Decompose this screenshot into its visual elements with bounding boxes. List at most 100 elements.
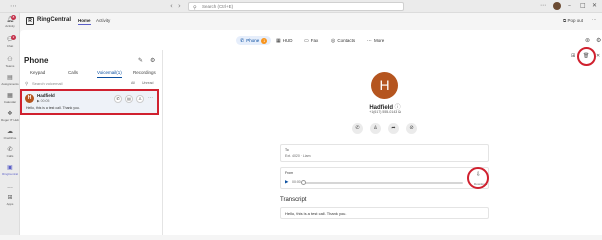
playback-slider[interactable] xyxy=(301,180,463,185)
calendar-icon: ▦ xyxy=(7,92,13,99)
rail-label: Apps xyxy=(6,202,14,206)
avatar: H xyxy=(25,94,34,103)
search-placeholder: Search voicemail xyxy=(32,81,63,86)
contact-avatar: H xyxy=(371,72,398,99)
rail-label: Calendar xyxy=(3,100,17,104)
chat-badge: 2 xyxy=(11,35,16,40)
block-button[interactable]: ⊘ xyxy=(406,123,417,134)
panel-title: Phone xyxy=(24,56,49,65)
forward-button[interactable]: ➦ xyxy=(388,123,399,134)
call-button[interactable]: ✆ xyxy=(352,123,363,134)
app-name: RingCentral xyxy=(37,17,72,23)
tab-activity[interactable]: Activity xyxy=(96,18,110,23)
settings-icon[interactable]: ⚙ xyxy=(596,37,601,44)
voicemail-search-input[interactable]: ⚲ Search voicemail xyxy=(24,80,124,88)
filter-all[interactable]: All xyxy=(131,81,135,85)
attachment-icon[interactable]: ⊞ xyxy=(571,53,575,59)
tab-contacts[interactable]: ◎ Contacts xyxy=(331,36,355,45)
hub-icon: ❖ xyxy=(7,110,13,117)
subtab-voicemail[interactable]: Voicemail(1) xyxy=(97,70,122,78)
rail-label: OneDrive xyxy=(3,136,17,140)
app-header: R RingCentral Home Activity ⧉ Pop out ⋯ xyxy=(20,13,602,30)
playback-thumb[interactable] xyxy=(301,180,306,185)
pop-out-button[interactable]: ⧉ Pop out xyxy=(563,18,583,23)
subtab-calls[interactable]: Calls xyxy=(68,70,78,75)
settings-icon[interactable]: ⚙ xyxy=(150,57,155,64)
rail-item-onedrive[interactable]: ☁ OneDrive xyxy=(0,128,20,140)
pop-out-label: Pop out xyxy=(567,18,583,23)
to-value: Ext. 4020 · Liam xyxy=(285,154,311,158)
rail-item-activity[interactable]: 🔔︎ 8 Activity xyxy=(0,15,20,28)
tab-more[interactable]: ⋯ More xyxy=(367,36,384,45)
back-arrow-icon[interactable]: ‹ xyxy=(170,2,173,10)
minimize-icon[interactable]: – xyxy=(568,2,571,9)
edit-icon[interactable]: ✎ xyxy=(138,57,143,64)
filter-unread[interactable]: Unread xyxy=(142,81,153,85)
tab-fax-label: Fax xyxy=(310,38,319,43)
add-contact-button[interactable]: ♙ xyxy=(370,123,381,134)
voicemail-preview: Hello, this is a test call. Thank you. xyxy=(26,106,80,110)
search-input[interactable]: ⚲ Search (Ctrl+E) xyxy=(188,2,404,11)
contact-button[interactable]: ♙ xyxy=(136,95,144,103)
search-icon: ⚲ xyxy=(193,5,197,11)
rail-item-chat[interactable]: 💬︎ 2 Chat xyxy=(0,35,20,48)
voicemail-duration: ▶ 00:05 xyxy=(37,99,50,103)
tab-phone[interactable]: ✆ Phone 1 xyxy=(236,36,272,45)
from-card: From ▶ 00:00 ⇩ Download xyxy=(280,167,489,189)
forward-arrow-icon[interactable]: › xyxy=(178,2,181,10)
rail-item-teams[interactable]: ⚇ Teams xyxy=(0,56,20,68)
rail-item-calendar[interactable]: ▦ Calendar xyxy=(0,92,20,104)
subtab-recordings[interactable]: Recordings xyxy=(133,70,156,75)
more-icon: ... xyxy=(7,183,13,190)
phone-panel: Phone ✎ ⚙ Keypad Calls Voicemail(1) Reco… xyxy=(20,50,163,235)
tab-home[interactable]: Home xyxy=(78,18,91,25)
more-options-icon[interactable]: ⋯ xyxy=(10,2,17,10)
user-avatar[interactable] xyxy=(553,2,561,10)
phone-icon: ✆ xyxy=(7,146,13,153)
message-button[interactable]: ▤ xyxy=(125,95,133,103)
contact-number: +1(617) 555-0143 ⧉ xyxy=(340,110,430,114)
rail-item-assignments[interactable]: ▤ Assignments xyxy=(0,74,20,86)
rail-item-more[interactable]: ... xyxy=(0,183,20,191)
contact-number-text: +1(617) 555-0143 xyxy=(369,110,398,114)
maximize-icon[interactable]: □ xyxy=(580,2,586,9)
apps-icon: ⊞ xyxy=(7,194,13,201)
more-options-icon[interactable]: ⋯ xyxy=(540,2,546,9)
highlight-circle xyxy=(467,167,489,189)
ringcentral-logo-icon: R xyxy=(26,17,34,25)
contacts-icon: ◎ xyxy=(331,38,336,44)
copy-icon[interactable]: ⧉ xyxy=(398,110,401,114)
rail-item-hub[interactable]: ❖ Roger IT Hub xyxy=(0,110,20,122)
call-back-button[interactable]: ✆ xyxy=(114,95,122,103)
rail-label: RingCentral xyxy=(2,172,18,176)
tab-phone-label: Phone xyxy=(246,38,260,43)
rail-label: Calls xyxy=(6,154,14,158)
phone-count-badge: 1 xyxy=(261,38,268,44)
title-bar: ⋯ ‹ › ⚲ Search (Ctrl+E) ⋯ – □ ✕ xyxy=(0,0,602,13)
transcript-text: Hello, this is a test call. Thank you. xyxy=(280,207,489,219)
app-rail: 🔔︎ 8 Activity 💬︎ 2 Chat ⚇ Teams ▤ Assign… xyxy=(0,13,20,235)
more-options-icon[interactable]: ⋯ xyxy=(148,95,153,101)
from-label: From xyxy=(285,171,294,175)
rail-item-ringcentral[interactable]: ▣ RingCentral xyxy=(0,164,20,176)
subtab-keypad[interactable]: Keypad xyxy=(30,70,45,75)
close-icon[interactable]: ✕ xyxy=(596,53,600,59)
tab-fax[interactable]: ▭ Fax xyxy=(304,36,318,45)
tab-contacts-label: Contacts xyxy=(337,38,356,43)
play-icon[interactable]: ▶ xyxy=(285,180,288,185)
dialpad-icon[interactable]: ⊛ xyxy=(585,37,590,44)
rail-item-calls[interactable]: ✆ Calls xyxy=(0,146,20,158)
close-icon[interactable]: ✕ xyxy=(592,2,597,9)
highlight-circle xyxy=(577,47,596,66)
voicemail-list-item[interactable]: H Hadfield ▶ 00:05 Hello, this is a test… xyxy=(20,89,159,115)
rail-item-apps[interactable]: ⊞ Apps xyxy=(0,194,20,206)
teams-icon: ⚇ xyxy=(7,56,13,63)
rail-label: Activity xyxy=(5,24,15,28)
rail-label: Roger IT Hub xyxy=(1,118,19,122)
more-options-icon[interactable]: ⋯ xyxy=(592,17,597,23)
play-time: 00:00 xyxy=(292,180,301,184)
tab-hud[interactable]: ▦ HUD xyxy=(276,36,292,45)
caller-name: Hadfield xyxy=(37,93,55,98)
to-card: To Ext. 4020 · Liam xyxy=(280,144,489,162)
assignments-icon: ▤ xyxy=(7,74,13,81)
